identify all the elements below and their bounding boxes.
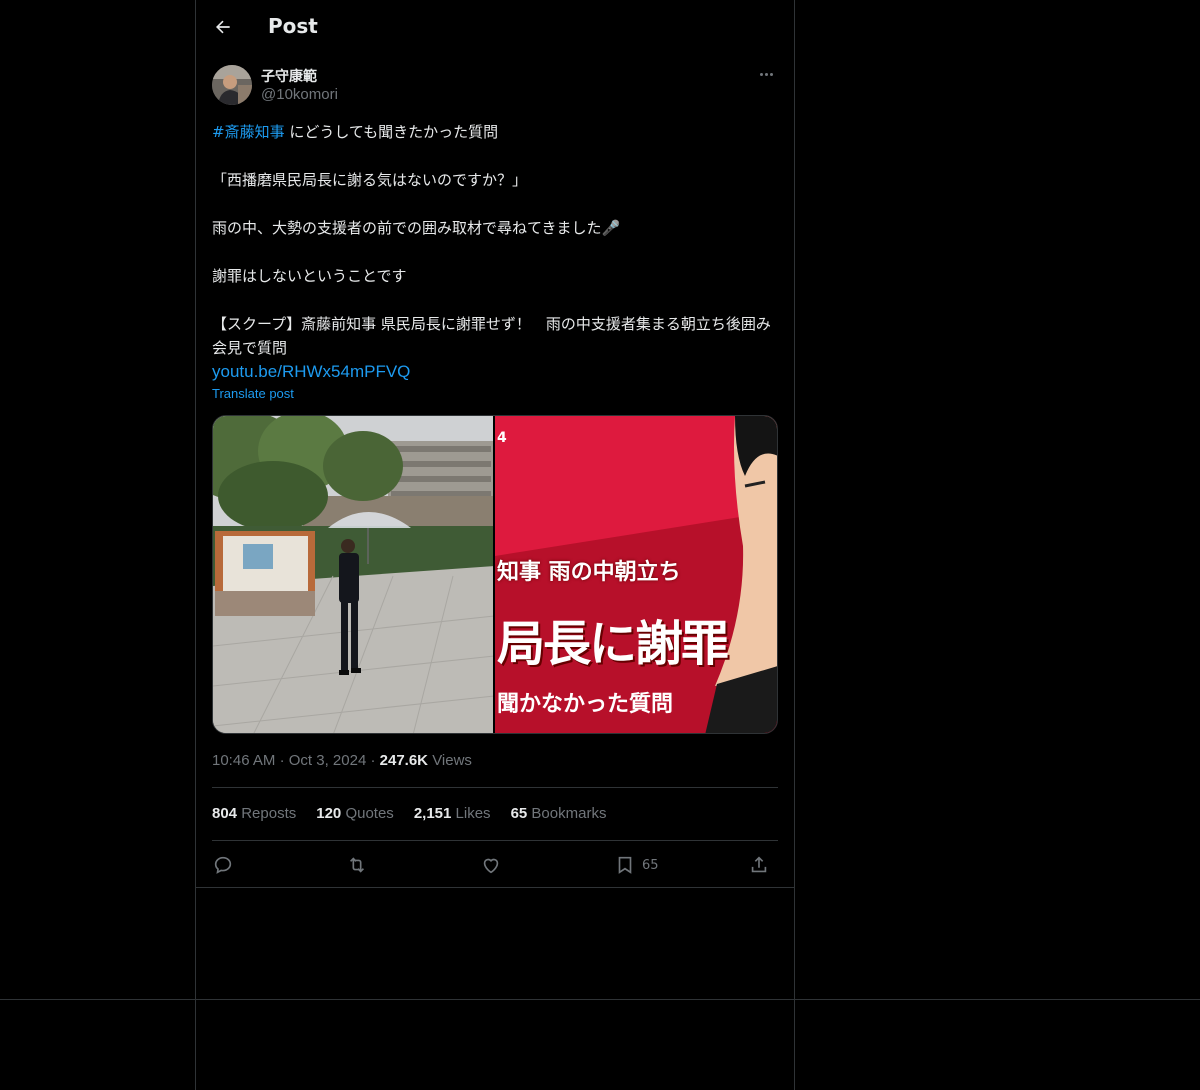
more-button[interactable] (754, 64, 778, 84)
main-column: Post 子守康範 @10komori #斎藤知事 にどうしても聞きたかった質問… (195, 0, 795, 1090)
post-line-5: 【スクープ】斎藤前知事 県民局長に謝罪せず！ 雨の中支援者集まる朝立ち後囲み会見… (212, 315, 771, 357)
post-date[interactable]: Oct 3, 2024 (289, 752, 367, 769)
post-time[interactable]: 10:46 AM (212, 752, 275, 769)
divider (212, 840, 778, 841)
hashtag-link[interactable]: #斎藤知事 (212, 123, 285, 141)
repost-button[interactable] (346, 852, 368, 878)
reply-icon (214, 856, 232, 874)
quotes-stat[interactable]: 120 Quotes (316, 805, 394, 822)
photo-standing-in-rain[interactable] (213, 416, 493, 733)
post-actions: 65 (212, 852, 778, 880)
post-meta: 10:46 AM · Oct 3, 2024 · 247.6K Views (212, 752, 472, 769)
divider (212, 787, 778, 788)
post-line-3: 雨の中、大勢の支援者の前での囲み取材で尋ねてきました🎤 (212, 219, 621, 237)
thumbnail-caption-top: 知事 雨の中朝立ち (497, 560, 681, 585)
more-icon (759, 72, 773, 76)
like-icon (483, 858, 499, 874)
video-thumbnail[interactable]: 4 知事 雨の中朝立ち 局長に謝罪 聞かなかった質問 (495, 416, 777, 733)
page-header: Post (196, 0, 794, 53)
thumbnail-number: 4 (497, 430, 507, 446)
thumbnail-caption-bottom: 聞かなかった質問 (497, 692, 674, 717)
post-media[interactable]: 4 知事 雨の中朝立ち 局長に謝罪 聞かなかった質問 (212, 415, 778, 734)
repost-icon (349, 857, 365, 873)
divider (196, 887, 794, 888)
page-divider (0, 999, 1200, 1000)
post-stats: 804 Reposts 120 Quotes 2,151 Likes 65 Bo… (212, 805, 606, 822)
post-line-1: #斎藤知事 にどうしても聞きたかった質問 (212, 123, 499, 141)
translate-post-link[interactable]: Translate post (212, 386, 294, 401)
reposts-stat[interactable]: 804 Reposts (212, 805, 296, 822)
post-author: 子守康範 @10komori (212, 64, 778, 108)
likes-stat[interactable]: 2,151 Likes (414, 805, 491, 822)
share-icon (751, 856, 767, 873)
author-handle[interactable]: @10komori (261, 86, 338, 103)
bookmark-icon (618, 856, 632, 874)
thumbnail-caption-main: 局長に謝罪 (497, 616, 729, 672)
bookmark-count: 65 (642, 857, 659, 873)
views-label: Views (432, 752, 472, 769)
avatar[interactable] (212, 65, 252, 105)
bookmark-button[interactable]: 65 (614, 852, 659, 878)
like-button[interactable] (480, 852, 502, 878)
page-title: Post (268, 14, 318, 38)
back-arrow-icon (216, 20, 230, 34)
youtube-link[interactable]: youtu.be/RHWx54mPFVQ (212, 362, 410, 381)
back-button[interactable] (206, 10, 240, 44)
post-line-4: 謝罪はしないということです (212, 267, 407, 285)
post-line-2: 「西播磨県民局長に謝る気はないのですか？」 (212, 171, 528, 189)
reply-button[interactable] (212, 852, 234, 878)
post-text: #斎藤知事 にどうしても聞きたかった質問 「西播磨県民局長に謝る気はないのですか… (212, 120, 782, 384)
author-name[interactable]: 子守康範 (261, 66, 317, 86)
share-button[interactable] (748, 852, 770, 878)
bookmarks-stat[interactable]: 65 Bookmarks (511, 805, 607, 822)
views-count: 247.6K (379, 752, 429, 769)
